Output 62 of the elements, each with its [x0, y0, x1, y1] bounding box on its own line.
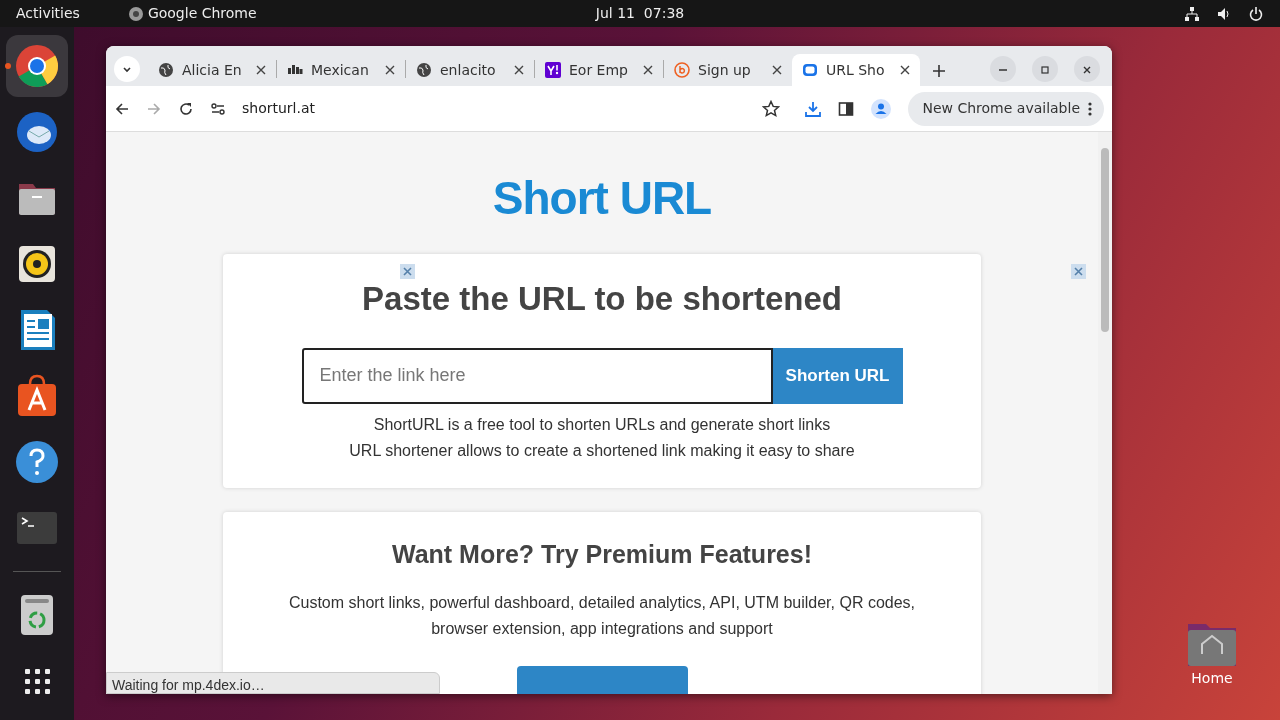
download-icon[interactable]	[804, 99, 823, 118]
profile-icon[interactable]	[870, 97, 893, 120]
tab-close-icon[interactable]	[900, 65, 910, 75]
more-icon	[1088, 100, 1092, 117]
browser-tab[interactable]: Sign up	[664, 54, 792, 86]
reload-icon[interactable]	[178, 100, 194, 117]
card-title: Paste the URL to be shortened	[361, 279, 843, 319]
browser-tab[interactable]: URL Sho	[792, 54, 920, 86]
update-button[interactable]: New Chrome available	[908, 91, 1104, 126]
browser-tab[interactable]: Mexican	[277, 54, 405, 86]
globe-icon	[416, 62, 432, 78]
power-icon[interactable]	[1248, 5, 1264, 22]
help-icon[interactable]	[13, 438, 61, 486]
tab-close-icon[interactable]	[256, 65, 266, 75]
description-text: ShortURL is a free tool to shorten URLs and generate short links	[372, 414, 832, 435]
premium-button[interactable]	[516, 665, 688, 694]
site-title: Short URL	[491, 171, 713, 226]
url-input[interactable]: Enter the link here	[301, 347, 773, 404]
browser-icon[interactable]	[13, 42, 61, 90]
network-icon[interactable]	[1184, 5, 1200, 22]
close-icon	[1082, 64, 1092, 75]
dock-item-highlight[interactable]	[6, 35, 68, 97]
browser-tab[interactable]: Eor Emp	[535, 54, 663, 86]
browser-tab[interactable]: Alicia En	[148, 54, 276, 86]
site-settings-icon[interactable]	[210, 100, 226, 117]
clock[interactable]: Jul 11 07:38	[595, 3, 685, 24]
tab-close-icon[interactable]	[643, 65, 653, 75]
description-text: URL shortener allows to create a shortened link making it easy to share	[348, 440, 856, 461]
rounded-square-icon	[802, 62, 818, 78]
side-panel-icon[interactable]	[838, 100, 855, 117]
features-text: browser extension, app integrations and support	[430, 618, 774, 639]
globe-icon	[158, 62, 174, 78]
tab-search-button[interactable]	[114, 56, 140, 82]
chevron-down-icon	[122, 64, 132, 75]
shorten-button[interactable]: Shorten URL	[772, 347, 903, 404]
b-logo-icon	[674, 62, 690, 78]
running-indicator	[5, 63, 11, 69]
maximize-button[interactable]	[1032, 56, 1058, 82]
ad-close-icon[interactable]	[1071, 264, 1086, 279]
features-text: Custom short links, powerful dashboard, detailed analytics, API, UTM builder, QR codes,	[287, 592, 917, 613]
chrome-app-icon	[127, 5, 144, 22]
url-text: shorturl.at	[242, 99, 315, 118]
minimize-button[interactable]	[990, 56, 1016, 82]
premium-title: Want More? Try Premium Features!	[391, 539, 813, 570]
maximize-icon	[1040, 64, 1050, 75]
activities-button[interactable]: Activities	[16, 3, 80, 24]
tab-close-icon[interactable]	[385, 65, 395, 75]
bookmark-star-icon[interactable]	[762, 99, 781, 118]
app-menu[interactable]: Google Chrome	[147, 3, 257, 24]
tab-close-icon[interactable]	[772, 65, 782, 75]
new-tab-icon[interactable]	[932, 64, 946, 78]
minimize-icon	[999, 68, 1007, 71]
scrollbar[interactable]	[1098, 132, 1112, 694]
close-button[interactable]	[1074, 56, 1100, 82]
desktop-icon-label: Home	[1190, 669, 1234, 688]
tab-close-icon[interactable]	[514, 65, 524, 75]
status-bubble: Waiting for mp.4dex.io…	[106, 672, 440, 694]
y-logo-icon	[545, 62, 561, 78]
browser-tab[interactable]: enlacito	[406, 54, 534, 86]
ad-close-icon[interactable]	[400, 264, 415, 279]
back-icon[interactable]	[114, 100, 130, 117]
scrollbar-thumb[interactable]	[1101, 148, 1109, 332]
